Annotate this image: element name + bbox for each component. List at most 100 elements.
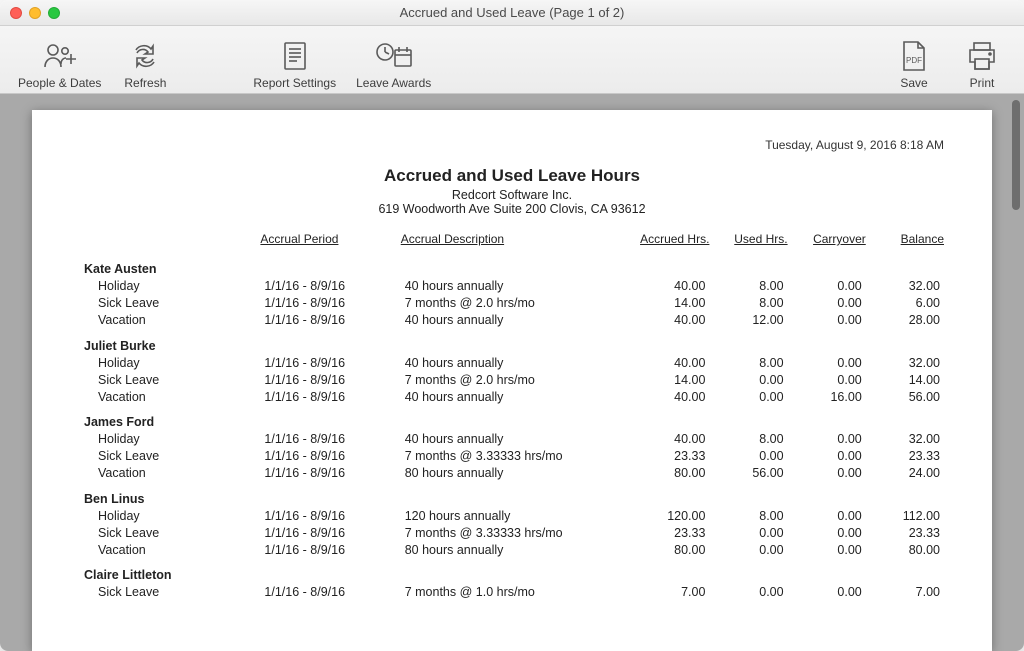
pdf-file-icon: PDF <box>899 38 929 74</box>
close-button[interactable] <box>10 7 22 19</box>
balance: 32.00 <box>866 278 944 295</box>
accrual-description: 40 hours annually <box>401 312 632 329</box>
balance: 23.33 <box>866 448 944 465</box>
table-row: Sick Leave1/1/16 - 8/9/167 months @ 3.33… <box>80 524 944 541</box>
carryover: 16.00 <box>788 388 866 405</box>
toolbar-label: Leave Awards <box>356 76 431 90</box>
save-button[interactable]: PDF Save <box>884 30 944 90</box>
accrued-hours: 80.00 <box>631 541 709 558</box>
printer-icon <box>965 38 999 74</box>
window-controls <box>10 7 60 19</box>
svg-text:PDF: PDF <box>906 56 922 65</box>
accrual-description: 7 months @ 2.0 hrs/mo <box>401 295 632 312</box>
refresh-icon <box>128 38 162 74</box>
balance: 32.00 <box>866 354 944 371</box>
print-button[interactable]: Print <box>952 30 1012 90</box>
leave-category: Vacation <box>80 465 260 482</box>
accrual-description: 80 hours annually <box>401 465 632 482</box>
report-viewport[interactable]: Tuesday, August 9, 2016 8:18 AM Accrued … <box>0 94 1024 651</box>
accrued-hours: 23.33 <box>631 524 709 541</box>
people-dates-button[interactable]: People & Dates <box>12 30 107 90</box>
accrual-period: 1/1/16 - 8/9/16 <box>260 371 400 388</box>
accrual-description: 40 hours annually <box>401 431 632 448</box>
accrual-period: 1/1/16 - 8/9/16 <box>260 465 400 482</box>
col-header-desc: Accrual Description <box>401 232 632 252</box>
balance: 56.00 <box>866 388 944 405</box>
employee-name: Juliet Burke <box>80 329 944 355</box>
accrual-period: 1/1/16 - 8/9/16 <box>260 541 400 558</box>
balance: 32.00 <box>866 431 944 448</box>
accrual-description: 40 hours annually <box>401 388 632 405</box>
people-icon <box>40 38 80 74</box>
accrual-description: 7 months @ 1.0 hrs/mo <box>401 584 632 601</box>
carryover: 0.00 <box>788 465 866 482</box>
leave-category: Holiday <box>80 278 260 295</box>
zoom-button[interactable] <box>48 7 60 19</box>
used-hours: 0.00 <box>709 584 787 601</box>
used-hours: 0.00 <box>709 524 787 541</box>
accrued-hours: 23.33 <box>631 448 709 465</box>
employee-name-row: James Ford <box>80 405 944 431</box>
employee-name-row: Ben Linus <box>80 482 944 508</box>
minimize-button[interactable] <box>29 7 41 19</box>
table-row: Sick Leave1/1/16 - 8/9/167 months @ 3.33… <box>80 448 944 465</box>
accrual-period: 1/1/16 - 8/9/16 <box>260 388 400 405</box>
accrued-hours: 80.00 <box>631 465 709 482</box>
accrual-period: 1/1/16 - 8/9/16 <box>260 584 400 601</box>
accrued-hours: 40.00 <box>631 278 709 295</box>
toolbar: People & Dates Refresh <box>0 26 1024 94</box>
accrued-hours: 7.00 <box>631 584 709 601</box>
balance: 23.33 <box>866 524 944 541</box>
used-hours: 8.00 <box>709 507 787 524</box>
table-header-row: Accrual Period Accrual Description Accru… <box>80 232 944 252</box>
balance: 14.00 <box>866 371 944 388</box>
balance: 6.00 <box>866 295 944 312</box>
used-hours: 8.00 <box>709 431 787 448</box>
accrual-description: 40 hours annually <box>401 278 632 295</box>
app-window: Accrued and Used Leave (Page 1 of 2) Peo… <box>0 0 1024 651</box>
accrued-hours: 40.00 <box>631 312 709 329</box>
leave-category: Sick Leave <box>80 448 260 465</box>
carryover: 0.00 <box>788 431 866 448</box>
refresh-button[interactable]: Refresh <box>115 30 175 90</box>
toolbar-label: People & Dates <box>18 76 101 90</box>
report-settings-icon <box>278 38 312 74</box>
accrual-description: 80 hours annually <box>401 541 632 558</box>
used-hours: 0.00 <box>709 448 787 465</box>
used-hours: 0.00 <box>709 371 787 388</box>
employee-name: Claire Littleton <box>80 558 944 584</box>
balance: 28.00 <box>866 312 944 329</box>
balance: 7.00 <box>866 584 944 601</box>
report-page: Tuesday, August 9, 2016 8:18 AM Accrued … <box>32 110 992 651</box>
carryover: 0.00 <box>788 507 866 524</box>
carryover: 0.00 <box>788 371 866 388</box>
accrual-period: 1/1/16 - 8/9/16 <box>260 507 400 524</box>
report-settings-button[interactable]: Report Settings <box>247 30 342 90</box>
table-row: Sick Leave1/1/16 - 8/9/167 months @ 1.0 … <box>80 584 944 601</box>
leave-category: Sick Leave <box>80 295 260 312</box>
toolbar-label: Print <box>970 76 995 90</box>
toolbar-label: Report Settings <box>253 76 336 90</box>
accrual-period: 1/1/16 - 8/9/16 <box>260 354 400 371</box>
leave-awards-button[interactable]: Leave Awards <box>350 30 437 90</box>
table-row: Vacation1/1/16 - 8/9/1680 hours annually… <box>80 465 944 482</box>
accrual-description: 7 months @ 3.33333 hrs/mo <box>401 524 632 541</box>
used-hours: 0.00 <box>709 541 787 558</box>
table-row: Sick Leave1/1/16 - 8/9/167 months @ 2.0 … <box>80 371 944 388</box>
carryover: 0.00 <box>788 312 866 329</box>
accrual-description: 120 hours annually <box>401 507 632 524</box>
carryover: 0.00 <box>788 524 866 541</box>
company-address: 619 Woodworth Ave Suite 200 Clovis, CA 9… <box>80 202 944 216</box>
employee-name-row: Claire Littleton <box>80 558 944 584</box>
used-hours: 8.00 <box>709 278 787 295</box>
table-row: Holiday1/1/16 - 8/9/1640 hours annually4… <box>80 354 944 371</box>
col-header-accrued: Accrued Hrs. <box>631 232 709 252</box>
accrual-period: 1/1/16 - 8/9/16 <box>260 524 400 541</box>
leave-category: Holiday <box>80 431 260 448</box>
balance: 112.00 <box>866 507 944 524</box>
vertical-scrollbar[interactable] <box>1012 100 1020 210</box>
leave-category: Sick Leave <box>80 584 260 601</box>
leave-category: Holiday <box>80 507 260 524</box>
accrual-period: 1/1/16 - 8/9/16 <box>260 312 400 329</box>
accrual-period: 1/1/16 - 8/9/16 <box>260 278 400 295</box>
